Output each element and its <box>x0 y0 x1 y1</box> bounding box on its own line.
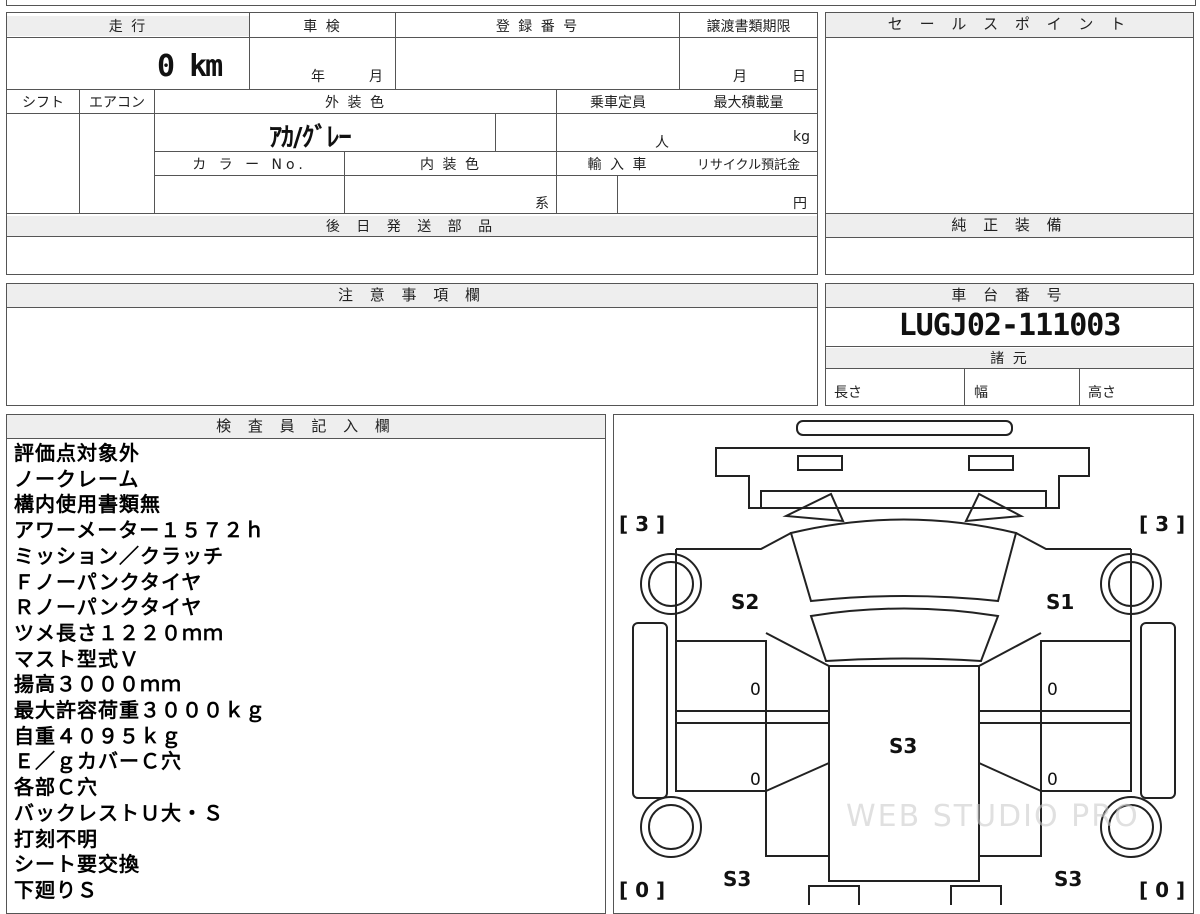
tire-fr-score: [ 3 ] <box>1139 512 1185 536</box>
height-label: 高さ <box>1088 385 1116 401</box>
later-parts-label: 後 日 発 送 部 品 <box>7 216 817 236</box>
mark-s1: S1 <box>1046 590 1074 614</box>
exterior-color-label: 外 装 色 <box>325 95 386 111</box>
door-rr-score: 0 <box>1047 770 1058 790</box>
inspector-line: アワーメーター１５７２ｈ <box>14 518 266 543</box>
inspector-title: 検 査 員 記 入 欄 <box>7 415 605 439</box>
inspector-line: Ｅ／ｇカバーＣ穴 <box>14 749 182 774</box>
inspector-line: 各部Ｃ穴 <box>14 775 98 800</box>
length-label: 長さ <box>834 385 862 401</box>
color-no-label: カ ラ ー No. <box>192 157 307 173</box>
capacity-unit: 人 <box>655 135 669 151</box>
inspector-line: Ｆノーパンクタイヤ <box>14 569 203 594</box>
watermark: WEB STUDIO PRO <box>846 799 1140 834</box>
recycle-unit: 円 <box>793 196 807 212</box>
inspector-line: ミッション／クラッチ <box>14 543 224 568</box>
inspection-label: 車 検 <box>303 19 342 35</box>
car-diagram-box: [ 3 ] [ 3 ] [ 0 ] [ 0 ] S2 S1 S3 S3 S3 0… <box>613 414 1194 914</box>
ac-label: エアコン <box>89 95 145 111</box>
inspector-line: 揚高３０００ｍｍ <box>14 672 182 697</box>
tire-rl-score: [ 0 ] <box>619 878 665 902</box>
genuine-equipment-label: 純 正 装 備 <box>826 214 1193 238</box>
max-load-unit: kg <box>793 129 810 145</box>
door-fr-score: 0 <box>1047 680 1058 700</box>
transfer-day-unit: 日 <box>792 69 806 85</box>
specs-label: 諸 元 <box>826 348 1193 368</box>
capacity-label: 乗車定員 <box>590 95 646 111</box>
width-label: 幅 <box>974 385 988 401</box>
registration-label: 登 録 番 号 <box>495 19 580 35</box>
interior-color-unit: 系 <box>535 196 549 212</box>
import-label: 輸 入 車 <box>587 157 649 173</box>
car-diagram: [ 3 ] [ 3 ] [ 0 ] [ 0 ] S2 S1 S3 S3 S3 0… <box>619 420 1185 905</box>
inspector-line: シート要交換 <box>14 852 140 877</box>
transfer-deadline-label: 譲渡書類期限 <box>706 19 791 35</box>
mark-s2: S2 <box>731 590 759 614</box>
mark-s3-rear-right: S3 <box>1054 867 1082 891</box>
inspector-line: Ｒノーパンクタイヤ <box>14 595 203 620</box>
inspector-line: ノークレーム <box>14 466 140 491</box>
inspector-line: マスト型式Ｖ <box>14 646 140 671</box>
inspector-line: 構内使用書類無 <box>14 492 161 517</box>
door-fl-score: 0 <box>750 680 761 700</box>
notes-box: 注 意 事 項 欄 <box>6 283 818 406</box>
sales-points-label: セ ー ル ス ポ イ ン ト <box>826 13 1193 38</box>
inspector-line: 評価点対象外 <box>14 441 140 465</box>
inspector-line: 打刻不明 <box>14 826 98 851</box>
inspection-year-unit: 年 <box>311 69 325 85</box>
top-strip <box>6 0 1196 6</box>
door-rl-score: 0 <box>750 770 761 790</box>
sales-points-box: セ ー ル ス ポ イ ン ト 純 正 装 備 <box>825 12 1194 275</box>
exterior-color-value: ｱｶ/ｸﾞﾚｰ <box>269 123 351 153</box>
mileage-label: 走 行 <box>7 16 249 36</box>
inspection-month-unit: 月 <box>369 69 383 85</box>
chassis-label: 車 台 番 号 <box>826 284 1193 308</box>
chassis-number: LUGJ02-111003 <box>898 308 1122 343</box>
notes-label: 注 意 事 項 欄 <box>7 284 817 308</box>
transfer-month-unit: 月 <box>733 69 747 85</box>
inspector-line: バックレストＵ大・Ｓ <box>14 800 224 825</box>
mileage-value: 0 km <box>157 49 223 84</box>
tire-rr-score: [ 0 ] <box>1139 878 1185 902</box>
mark-s3-rear-left: S3 <box>723 867 751 891</box>
inspector-line: 自重４０９５ｋｇ <box>14 723 182 748</box>
vehicle-info-box: 走 行 車 検 登 録 番 号 譲渡書類期限 0 km 年 月 月 日 シフト … <box>6 12 818 275</box>
shift-label: シフト <box>22 95 64 111</box>
interior-color-label: 内 装 色 <box>420 157 481 173</box>
chassis-box: 車 台 番 号 LUGJ02-111003 諸 元 長さ 幅 高さ <box>825 283 1194 406</box>
mark-s3-center: S3 <box>889 734 917 758</box>
inspector-line: 最大許容荷重３０００ｋｇ <box>14 698 266 722</box>
max-load-label: 最大積載量 <box>713 95 784 111</box>
tire-fl-score: [ 3 ] <box>619 512 665 536</box>
inspector-line: ツメ長さ１２２０ｍｍ <box>14 620 224 645</box>
recycle-deposit-label: リサイクル預託金 <box>696 158 801 173</box>
